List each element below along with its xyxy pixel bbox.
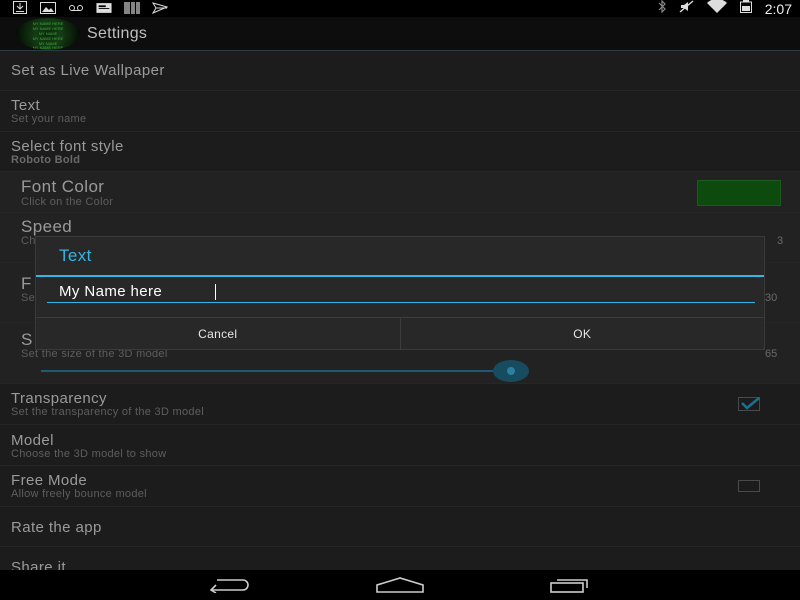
mail-icon — [96, 1, 112, 14]
pref-title: Free Mode — [11, 472, 88, 489]
pref-title: S — [21, 330, 33, 349]
barcode-icon — [124, 1, 140, 14]
pref-title: Transparency — [11, 390, 107, 407]
pref-title: Set as Live Wallpaper — [11, 62, 165, 79]
pref-value: 3 — [777, 235, 784, 247]
pref-summary: Set the transparency of the 3D model — [11, 406, 205, 418]
voicemail-icon — [68, 1, 84, 14]
check-icon — [741, 397, 760, 410]
pref-title: Font Color — [21, 177, 105, 196]
action-bar-title: Settings — [87, 25, 148, 42]
pref-font-color[interactable]: Font Color Click on the Color — [0, 172, 800, 213]
name-input[interactable] — [47, 281, 755, 303]
dialog-title: Text — [59, 246, 92, 265]
pref-title: Rate the app — [11, 519, 102, 536]
battery-icon — [739, 0, 753, 18]
dialog-button-bar: Cancel OK — [36, 317, 764, 350]
ok-button[interactable]: OK — [401, 318, 765, 350]
pref-text[interactable]: Text Set your name — [0, 91, 800, 132]
pref-summary: Allow freely bounce model — [11, 488, 147, 500]
size-slider-thumb[interactable] — [493, 360, 529, 382]
pref-live-wallpaper[interactable]: Set as Live Wallpaper — [0, 51, 800, 91]
pref-summary: Choose the 3D model to show — [11, 448, 167, 460]
photo-icon — [40, 1, 56, 14]
pref-font-style[interactable]: Select font style Roboto Bold — [0, 132, 800, 172]
pref-title: Speed — [21, 217, 73, 236]
wifi-icon — [706, 0, 727, 18]
pref-summary: Ch — [21, 235, 36, 247]
bluetooth-icon — [657, 0, 667, 18]
text-dialog: Text Cancel OK — [35, 236, 765, 350]
pref-value: 65 — [765, 348, 778, 360]
send-icon — [152, 1, 168, 14]
home-icon[interactable] — [375, 574, 425, 596]
cancel-button[interactable]: Cancel — [36, 318, 401, 350]
pref-value: Roboto Bold — [11, 154, 81, 166]
download-icon — [12, 1, 28, 14]
font-color-swatch[interactable] — [697, 180, 781, 206]
pref-model[interactable]: Model Choose the 3D model to show — [0, 425, 800, 466]
mute-icon — [679, 0, 695, 18]
back-icon[interactable] — [205, 574, 255, 596]
system-icons: 2:07 — [657, 0, 792, 17]
pref-share[interactable]: Share it — [0, 547, 800, 570]
app-icon[interactable]: MY NAME HERE MY NAME HERE MY NAME MY NAM… — [16, 18, 80, 50]
dialog-title-divider — [36, 275, 764, 277]
action-bar: MY NAME HERE MY NAME HERE MY NAME MY NAM… — [0, 17, 800, 51]
navigation-bar — [0, 570, 800, 600]
free-mode-checkbox[interactable] — [738, 480, 760, 492]
pref-rate[interactable]: Rate the app — [0, 507, 800, 547]
pref-title: Select font style — [11, 138, 124, 155]
pref-summary: Set your name — [11, 113, 87, 125]
status-bar: 2:07 — [0, 0, 800, 17]
pref-summary: Click on the Color — [21, 196, 114, 208]
pref-title: Text — [11, 97, 41, 114]
text-cursor — [215, 284, 216, 300]
pref-title: Share it — [11, 559, 66, 570]
pref-transparency[interactable]: Transparency Set the transparency of the… — [0, 384, 800, 425]
pref-value: 30 — [765, 292, 778, 304]
pref-title: Model — [11, 432, 54, 449]
pref-free-mode[interactable]: Free Mode Allow freely bounce model — [0, 466, 800, 507]
size-slider-track[interactable] — [41, 370, 511, 372]
clock: 2:07 — [764, 0, 792, 17]
pref-title: F — [21, 274, 32, 293]
pref-summary: Se — [21, 292, 36, 304]
notification-icons — [12, 1, 168, 14]
recents-icon[interactable] — [547, 574, 597, 596]
